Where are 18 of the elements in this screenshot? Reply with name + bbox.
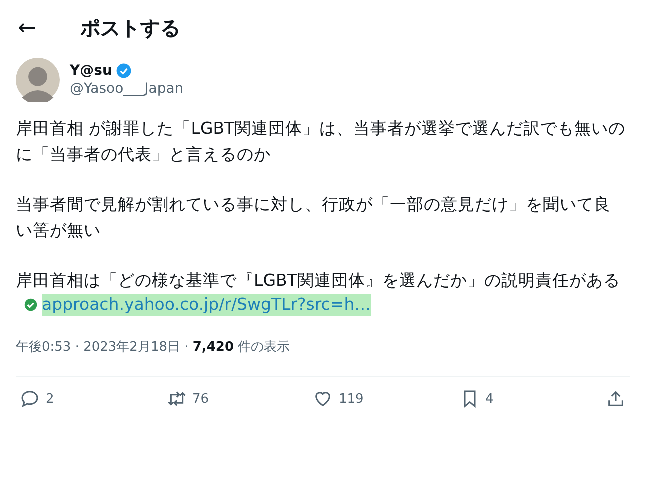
post-paragraph: 岸田首相 が謝罪した「LGBT関連団体」は、当事者が選挙で選んだ訳でも無いのに「当事者の代表」と言えるのか: [16, 118, 626, 166]
page-title: ポストする: [80, 14, 180, 42]
heart-icon[interactable]: [313, 389, 333, 409]
check-icon: [24, 298, 38, 312]
post-paragraph: 当事者間で見解が割れている事に対し、行政が「一部の意見だけ」を聞いて良い筈が無い: [16, 194, 612, 242]
author-name[interactable]: Y@su: [70, 63, 112, 79]
repost-icon[interactable]: [166, 389, 186, 409]
share-icon[interactable]: [606, 389, 626, 409]
action-count: 2: [46, 392, 54, 406]
action-count: 76: [192, 392, 210, 406]
post-paragraph: 岸田首相は「どの様な基準で『LGBT関連団体』を選んだか」の説明責任がある: [16, 270, 622, 292]
action-count: 119: [339, 392, 364, 406]
author-handle[interactable]: @Yasoo___Japan: [70, 81, 184, 97]
reply-icon[interactable]: [20, 389, 40, 409]
post-meta: 午後0:53 · 2023年2月18日 · 7,420 件の表示: [16, 339, 292, 356]
back-arrow[interactable]: ←: [18, 16, 36, 40]
avatar-icon[interactable]: [16, 58, 60, 102]
action-count: 4: [486, 392, 494, 406]
